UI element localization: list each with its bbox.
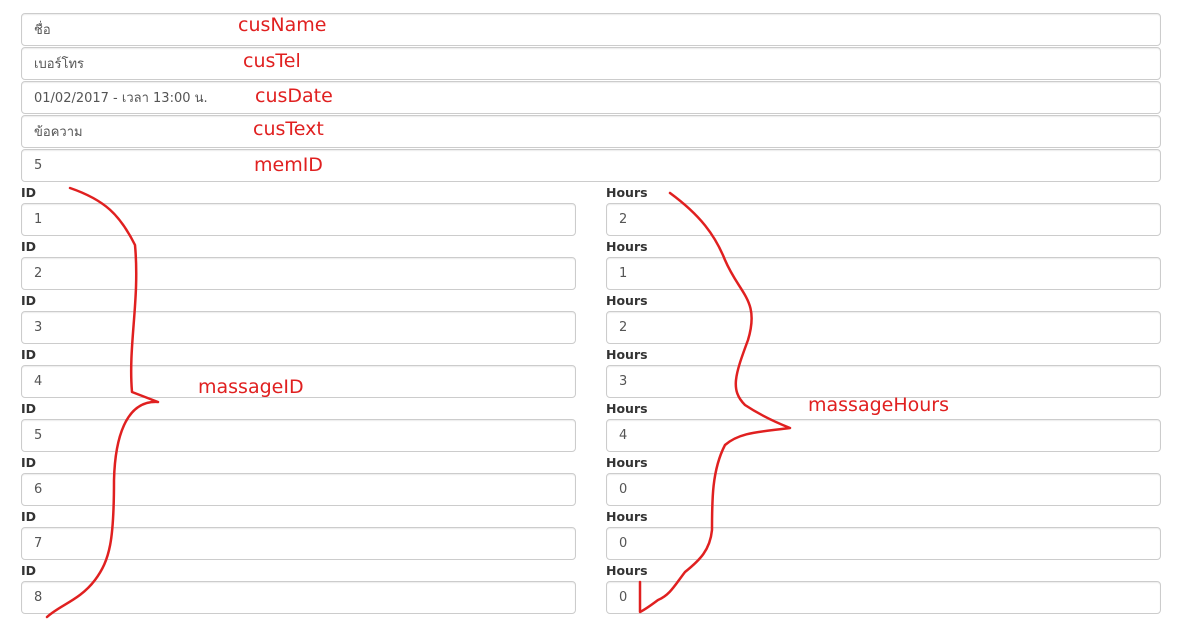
hours-label: Hours (606, 185, 648, 200)
annotation-mem-id: memID (254, 154, 323, 176)
hours-label: Hours (606, 509, 648, 524)
massage-hours-value: 0 (619, 536, 628, 551)
annotation-cus-name: cusName (238, 14, 327, 36)
annotation-cus-date: cusDate (255, 85, 333, 107)
hours-label: Hours (606, 239, 648, 254)
massage-id-value: 5 (34, 428, 43, 443)
id-label: ID (21, 401, 37, 416)
cus-tel-field[interactable]: เบอร์โทร (21, 47, 1161, 80)
annotation-cus-text: cusText (253, 118, 324, 140)
massage-hours-field[interactable]: 2 (606, 203, 1161, 236)
massage-hours-value: 1 (619, 266, 628, 281)
id-label: ID (21, 239, 37, 254)
cus-date-value: 01/02/2017 - เวลา 13:00 น. (34, 91, 208, 106)
massage-id-field[interactable]: 5 (21, 419, 576, 452)
massage-id-value: 7 (34, 536, 43, 551)
annotation-massage-id: massageID (198, 376, 304, 398)
massage-hours-field[interactable]: 4 (606, 419, 1161, 452)
id-label: ID (21, 455, 37, 470)
hours-label: Hours (606, 347, 648, 362)
massage-id-field[interactable]: 3 (21, 311, 576, 344)
id-label: ID (21, 185, 37, 200)
massage-id-value: 3 (34, 320, 43, 335)
massage-hours-value: 3 (619, 374, 628, 389)
hours-label: Hours (606, 401, 648, 416)
hours-label: Hours (606, 455, 648, 470)
massage-hours-value: 0 (619, 590, 628, 605)
hours-label: Hours (606, 563, 648, 578)
cus-text-field[interactable]: ข้อความ (21, 115, 1161, 148)
massage-hours-field[interactable]: 0 (606, 473, 1161, 506)
massage-id-value: 4 (34, 374, 43, 389)
massage-id-field[interactable]: 6 (21, 473, 576, 506)
cus-date-field[interactable]: 01/02/2017 - เวลา 13:00 น. (21, 81, 1161, 114)
massage-hours-value: 0 (619, 482, 628, 497)
massage-hours-field[interactable]: 0 (606, 527, 1161, 560)
cus-text-value: ข้อความ (34, 125, 83, 140)
id-label: ID (21, 509, 37, 524)
cus-name-value: ชื่อ (34, 23, 51, 38)
id-label: ID (21, 563, 37, 578)
massage-id-value: 2 (34, 266, 43, 281)
massage-id-value: 6 (34, 482, 43, 497)
massage-hours-value: 2 (619, 212, 628, 227)
mem-id-value: 5 (34, 158, 43, 173)
annotation-massage-hours: massageHours (808, 394, 950, 416)
massage-hours-value: 2 (619, 320, 628, 335)
massage-id-value: 1 (34, 212, 43, 227)
massage-hours-field[interactable]: 2 (606, 311, 1161, 344)
cus-tel-value: เบอร์โทร (34, 57, 85, 72)
id-label: ID (21, 293, 37, 308)
massage-hours-value: 4 (619, 428, 628, 443)
massage-hours-field[interactable]: 1 (606, 257, 1161, 290)
id-label: ID (21, 347, 37, 362)
annotation-cus-tel: cusTel (243, 50, 301, 72)
massage-id-field[interactable]: 2 (21, 257, 576, 290)
massage-id-field[interactable]: 7 (21, 527, 576, 560)
massage-id-field[interactable]: 8 (21, 581, 576, 614)
massage-id-field[interactable]: 1 (21, 203, 576, 236)
hours-label: Hours (606, 293, 648, 308)
massage-id-value: 8 (34, 590, 43, 605)
cus-name-field[interactable]: ชื่อ (21, 13, 1161, 46)
massage-hours-field[interactable]: 0 (606, 581, 1161, 614)
mem-id-field[interactable]: 5 (21, 149, 1161, 182)
